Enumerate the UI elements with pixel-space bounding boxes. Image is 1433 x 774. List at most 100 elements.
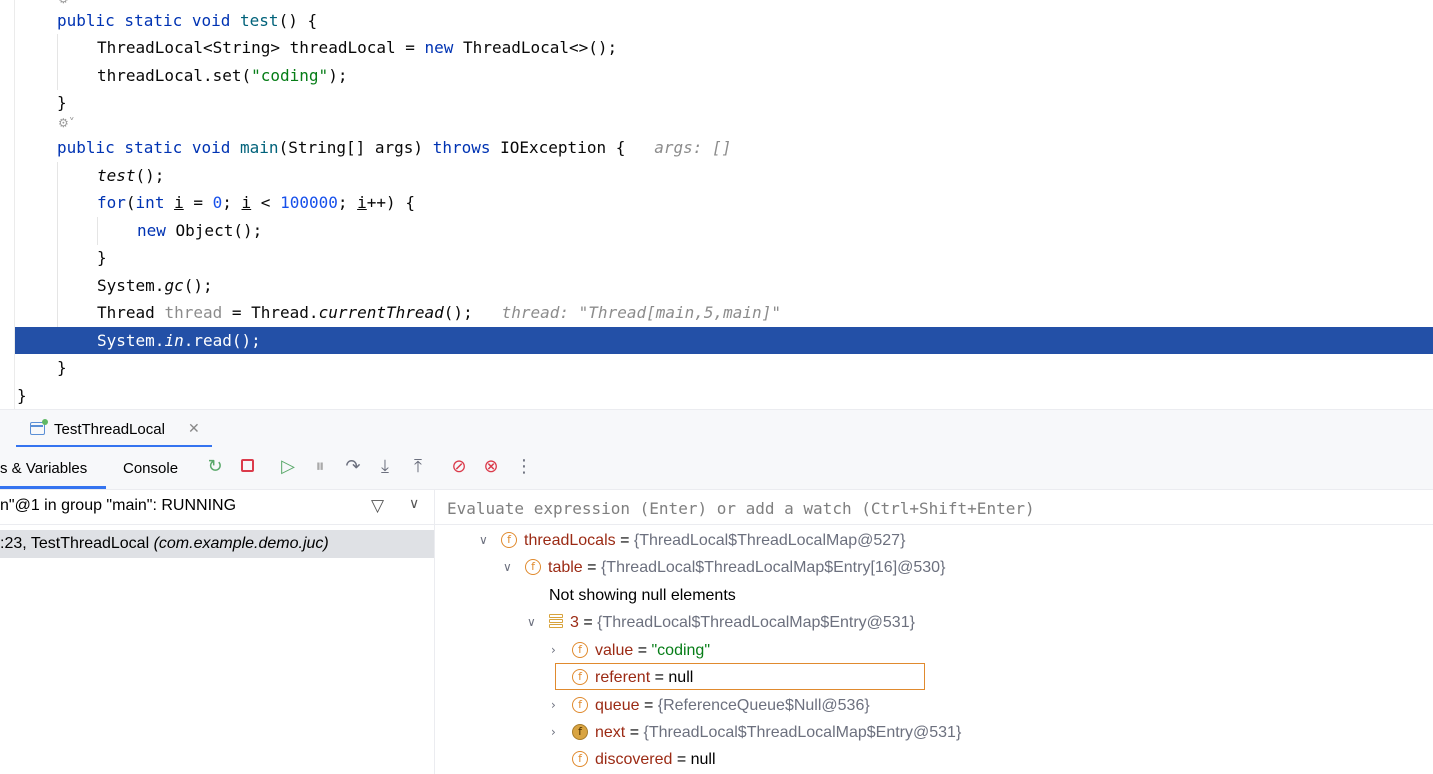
- equals-sign: =: [620, 532, 630, 549]
- chevron-right-icon[interactable]: ›: [551, 692, 556, 719]
- mute-breakpoints-icon[interactable]: ⊗: [480, 456, 502, 478]
- field-icon: f: [501, 531, 517, 548]
- code-line[interactable]: }: [0, 354, 1433, 381]
- variable-referent[interactable]: f referent = null: [551, 664, 693, 691]
- variable-entry-3[interactable]: ∨ 3 = {ThreadLocal$ThreadLocalMap$Entry@…: [527, 609, 915, 636]
- code-token: i: [174, 193, 184, 212]
- step-into-icon[interactable]: ⤓: [374, 456, 396, 478]
- code-token: <: [251, 193, 281, 212]
- running-indicator-icon: [42, 419, 48, 425]
- inline-value-hint: thread: "Thread[main,5,main]": [472, 303, 781, 322]
- code-line[interactable]: test();: [0, 162, 1433, 189]
- code-line[interactable]: public static void main(String[] args) t…: [0, 134, 1433, 161]
- equals-sign: =: [676, 751, 687, 768]
- field-icon: f: [525, 558, 541, 575]
- variable-discovered[interactable]: f discovered = null: [551, 746, 716, 773]
- chevron-down-icon[interactable]: ∨: [409, 496, 419, 512]
- field-icon: f: [572, 696, 588, 713]
- code-token: System.: [97, 331, 165, 350]
- evaluate-expression-bar: [435, 490, 1433, 525]
- code-token: 0: [212, 193, 223, 212]
- variable-name: next: [595, 724, 626, 741]
- equals-sign: =: [583, 614, 593, 631]
- code-token: thread: [164, 303, 223, 322]
- code-line[interactable]: }: [0, 89, 1433, 116]
- frame-row[interactable]: :23, TestThreadLocal (com.example.demo.j…: [0, 530, 434, 558]
- close-icon[interactable]: ✕: [188, 420, 200, 437]
- run-gutter-icon[interactable]: ⚙˅: [58, 116, 75, 130]
- view-breakpoints-icon[interactable]: ⊘: [448, 456, 470, 478]
- equals-sign: =: [643, 697, 654, 714]
- equals-sign: =: [637, 642, 648, 659]
- info-not-showing-null: Not showing null elements: [549, 582, 736, 609]
- variable-value[interactable]: › f value = "coding": [551, 637, 710, 664]
- info-text: Not showing null elements: [549, 587, 736, 604]
- frame-location: :23, TestThreadLocal: [0, 535, 154, 552]
- code-line[interactable]: new Object();: [0, 217, 1433, 244]
- code-token: .read();: [183, 331, 261, 350]
- code-line[interactable]: for(int i = 0; i < 100000; i++) {: [0, 189, 1433, 216]
- code-token: i: [241, 193, 252, 212]
- variable-name: threadLocals: [524, 532, 616, 549]
- chevron-down-icon[interactable]: ∨: [503, 554, 512, 581]
- code-token: "coding": [251, 66, 329, 85]
- chevron-down-icon[interactable]: ∨: [527, 609, 536, 636]
- tab-label: s & Variables: [0, 460, 88, 477]
- run-gutter-icon[interactable]: ⚙: [58, 0, 69, 6]
- field-icon: f: [572, 750, 588, 767]
- chevron-down-icon[interactable]: ∨: [479, 527, 488, 554]
- code-token: new: [137, 221, 176, 240]
- code-line[interactable]: System.gc();: [0, 272, 1433, 299]
- chevron-right-icon[interactable]: ›: [551, 719, 556, 746]
- code-line[interactable]: }: [0, 382, 1433, 409]
- code-line-current[interactable]: System.in.read();: [15, 327, 1433, 354]
- frame-package: (com.example.demo.juc): [153, 535, 329, 552]
- array-element-icon: [549, 613, 563, 630]
- step-over-icon[interactable]: ↷: [342, 456, 364, 478]
- equals-sign: =: [654, 669, 664, 686]
- tab-label: TestThreadLocal: [54, 421, 165, 438]
- code-token: ++) {: [366, 193, 415, 212]
- code-line[interactable]: ThreadLocal<String> threadLocal = new Th…: [0, 34, 1433, 61]
- more-options-icon[interactable]: ⋮: [513, 456, 535, 478]
- stop-icon[interactable]: [236, 456, 258, 478]
- code-line[interactable]: Thread thread = Thread.currentThread(); …: [0, 299, 1433, 326]
- tab-testthreadlocal[interactable]: TestThreadLocal ✕: [16, 410, 212, 448]
- tab-threads-variables[interactable]: s & Variables: [0, 460, 87, 477]
- code-token: System.: [97, 276, 165, 295]
- code-token: ;: [337, 193, 358, 212]
- code-line[interactable]: }: [0, 244, 1433, 271]
- tab-console[interactable]: Console: [123, 460, 178, 477]
- rerun-icon[interactable]: ↻: [204, 456, 226, 478]
- code-token: ();: [135, 166, 165, 185]
- code-editor[interactable]: ⚙ ⚙˅ public static void test() {ThreadLo…: [0, 0, 1433, 409]
- variable-next[interactable]: › f next = {ThreadLocal$ThreadLocalMap$En…: [551, 719, 961, 746]
- code-token: }: [57, 358, 67, 377]
- variable-table[interactable]: ∨ f table = {ThreadLocal$ThreadLocalMap$E…: [503, 554, 945, 581]
- debug-tool-window-header: TestThreadLocal ✕: [0, 409, 1433, 448]
- resume-icon[interactable]: ▷: [277, 456, 299, 478]
- variable-name: discovered: [595, 751, 673, 768]
- step-out-icon[interactable]: ⤒: [407, 456, 429, 478]
- field-icon: f: [572, 641, 588, 658]
- code-token: ;: [222, 193, 242, 212]
- variable-queue[interactable]: › f queue = {ReferenceQueue$Null@536}: [551, 692, 870, 719]
- code-token: in: [164, 331, 184, 350]
- evaluate-expression-input[interactable]: [445, 494, 1409, 522]
- code-token: test: [97, 166, 136, 185]
- code-token: }: [17, 386, 27, 405]
- frames-list: :23, TestThreadLocal (com.example.demo.j…: [0, 525, 434, 774]
- thread-selector[interactable]: n"@1 in group "main": RUNNING ▽ ∨: [0, 490, 434, 525]
- code-line[interactable]: threadLocal.set("coding");: [0, 62, 1433, 89]
- code-token: 100000: [280, 193, 338, 212]
- pause-icon[interactable]: ⏸: [309, 456, 331, 478]
- variable-value: {ThreadLocal$ThreadLocalMap$Entry@531}: [643, 724, 962, 741]
- filter-icon[interactable]: ▽: [371, 496, 384, 516]
- variable-value: {ThreadLocal$ThreadLocalMap$Entry@531}: [597, 614, 915, 631]
- code-token: ();: [183, 276, 213, 295]
- equals-sign: =: [629, 724, 640, 741]
- code-line[interactable]: public static void test() {: [0, 7, 1433, 34]
- variable-name: referent: [595, 669, 651, 686]
- chevron-right-icon[interactable]: ›: [551, 637, 556, 664]
- variable-threadlocals[interactable]: ∨ f threadLocals = {ThreadLocal$ThreadLoc…: [479, 527, 905, 554]
